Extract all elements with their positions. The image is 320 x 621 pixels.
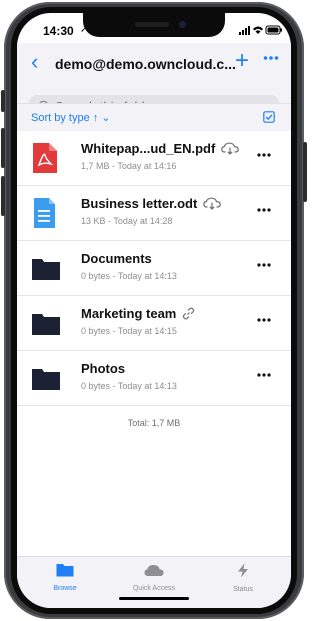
tab-browse-label: Browse xyxy=(53,585,77,592)
notch xyxy=(83,13,225,37)
status-time: 14:30 xyxy=(43,24,74,38)
tab-browse[interactable]: Browse xyxy=(25,563,105,592)
folder-name: Photos xyxy=(81,361,126,376)
pdf-icon xyxy=(33,143,57,173)
speaker-grille xyxy=(135,22,169,27)
file-meta: 13 KB - Today at 14:28 xyxy=(81,216,173,226)
more-options-icon[interactable] xyxy=(263,55,279,61)
folder-meta: 0 bytes - Today at 14:15 xyxy=(81,326,177,336)
folder-name: Marketing team xyxy=(81,306,195,321)
navigation-header: ‹ demo@demo.owncloud.c... + xyxy=(17,43,291,121)
sort-by-button[interactable]: Sort by type ↑ ⌄ xyxy=(31,111,111,124)
tab-status-label: Status xyxy=(233,586,253,593)
row-more-icon[interactable] xyxy=(257,208,271,212)
sort-bar: Sort by type ↑ ⌄ xyxy=(17,103,291,133)
cloud-download-icon[interactable] xyxy=(203,197,222,210)
folder-icon xyxy=(32,369,60,390)
front-camera xyxy=(179,21,186,28)
tab-status[interactable]: Status xyxy=(203,563,283,593)
screen: 14:30 ➚ ‹ demo@demo.owncloud.c... + Sear… xyxy=(17,13,291,608)
folder-meta: 0 bytes - Today at 14:13 xyxy=(81,271,177,281)
mute-switch xyxy=(1,90,5,112)
home-indicator[interactable] xyxy=(119,597,189,600)
link-icon[interactable] xyxy=(182,307,195,320)
tab-quick-access[interactable]: Quick Access xyxy=(114,563,194,592)
add-plus-icon[interactable]: + xyxy=(235,49,249,73)
back-chevron-icon[interactable]: ‹ xyxy=(31,51,38,73)
file-row[interactable]: Whitepap...ud_EN.pdf 1,7 MB - Today at 1… xyxy=(17,131,291,186)
file-row[interactable]: Business letter.odt 13 KB - Today at 14:… xyxy=(17,186,291,241)
folder-icon xyxy=(32,314,60,335)
file-list: Whitepap...ud_EN.pdf 1,7 MB - Today at 1… xyxy=(17,131,291,406)
row-more-icon[interactable] xyxy=(257,153,271,157)
volume-down-button xyxy=(1,176,5,216)
row-more-icon[interactable] xyxy=(257,263,271,267)
file-name-text: Business letter.odt xyxy=(81,196,198,211)
volume-up-button xyxy=(1,128,5,168)
total-size-label: Total: 1,7 MB xyxy=(127,418,181,428)
row-more-icon[interactable] xyxy=(257,373,271,377)
row-more-icon[interactable] xyxy=(257,318,271,322)
folder-row[interactable]: Photos 0 bytes - Today at 14:13 xyxy=(17,351,291,406)
document-icon xyxy=(34,198,55,228)
tab-quick-access-label: Quick Access xyxy=(132,585,175,592)
signal-wifi-battery-icon xyxy=(239,25,282,35)
file-meta: 1,7 MB - Today at 14:16 xyxy=(81,161,177,171)
cloud-icon xyxy=(144,565,164,576)
folder-name: Documents xyxy=(81,251,152,266)
folder-icon xyxy=(32,259,60,280)
phone-bezel: 14:30 ➚ ‹ demo@demo.owncloud.c... + Sear… xyxy=(11,7,297,614)
phone-frame: 14:30 ➚ ‹ demo@demo.owncloud.c... + Sear… xyxy=(1,2,307,619)
folder-row[interactable]: Marketing team 0 bytes - Today at 14:15 xyxy=(17,296,291,351)
folder-icon xyxy=(56,564,74,577)
power-button xyxy=(303,142,307,202)
tab-bar: Browse Quick Access Status xyxy=(17,556,291,608)
cloud-download-icon[interactable] xyxy=(221,142,240,155)
folder-name-text: Marketing team xyxy=(81,306,177,321)
bolt-icon xyxy=(238,563,248,578)
folder-meta: 0 bytes - Today at 14:13 xyxy=(81,381,177,391)
file-name-text: Whitepap...ud_EN.pdf xyxy=(81,141,216,156)
file-name: Whitepap...ud_EN.pdf xyxy=(81,141,240,156)
select-checkbox-icon[interactable] xyxy=(263,111,275,123)
folder-row[interactable]: Documents 0 bytes - Today at 14:13 xyxy=(17,241,291,296)
file-name: Business letter.odt xyxy=(81,196,222,211)
page-title: demo@demo.owncloud.c... xyxy=(55,56,236,72)
